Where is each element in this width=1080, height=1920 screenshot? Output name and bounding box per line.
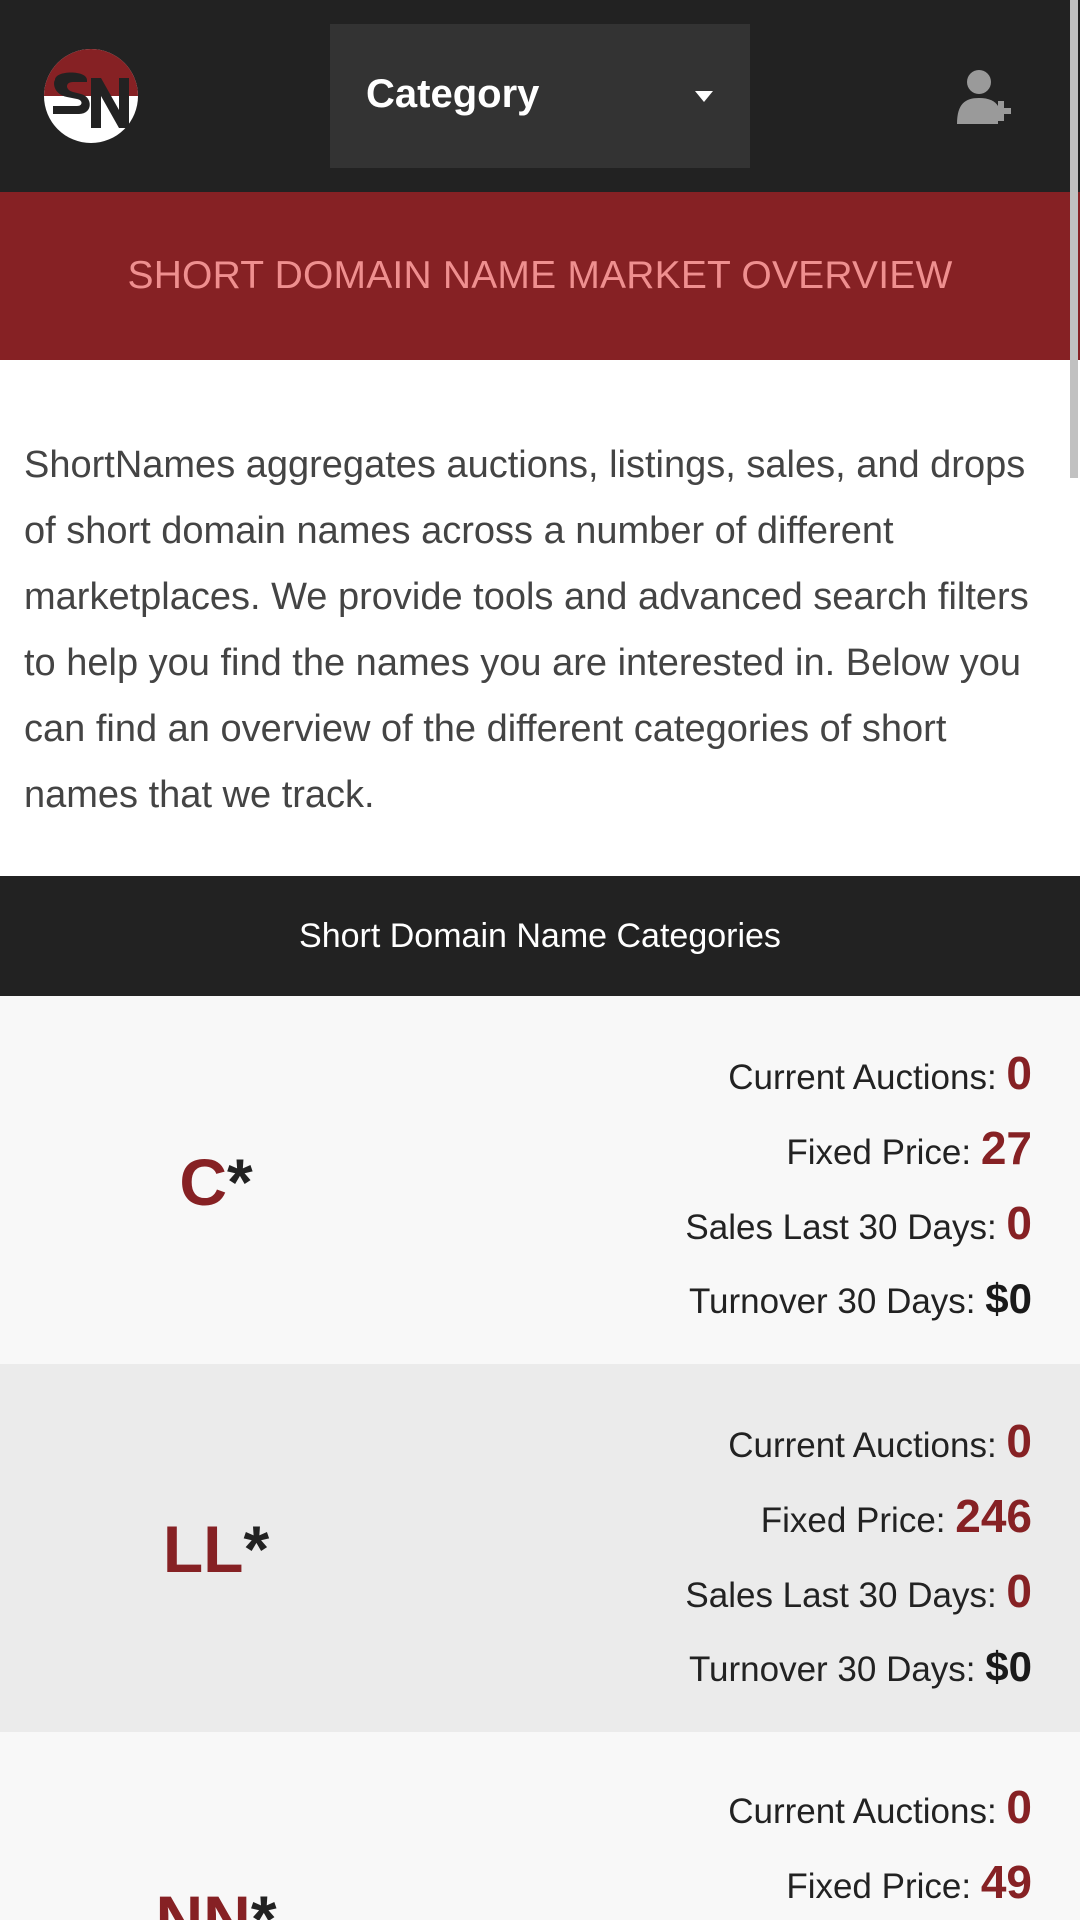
category-dropdown-label: Category (366, 72, 540, 116)
stat-turnover: Turnover 30 Days: $0 (685, 1261, 1032, 1336)
stat-value: 0 (1006, 1565, 1032, 1617)
stat-label: Current Auctions: (728, 1426, 997, 1465)
caret-down-icon (695, 91, 713, 102)
stat-label: Sales Last 30 Days: (685, 1208, 997, 1247)
category-row[interactable]: NN* Current Auctions: 0 Fixed Price: 49 (0, 1732, 1080, 1920)
category-wildcard: * (243, 1512, 270, 1586)
categories-title: Short Domain Name Categories (299, 916, 781, 955)
stat-label: Turnover 30 Days: (688, 1650, 976, 1689)
category-name: C* (0, 1149, 432, 1215)
category-stats: Current Auctions: 0 Fixed Price: 49 (728, 1770, 1032, 1920)
category-name: LL* (0, 1516, 432, 1582)
stat-turnover: Turnover 30 Days: $0 (685, 1629, 1032, 1704)
category-name: NN* (0, 1886, 432, 1920)
category-code: NN (155, 1882, 251, 1920)
category-wildcard: * (250, 1882, 277, 1920)
stat-current-auctions: Current Auctions: 0 (685, 1404, 1032, 1479)
sn-logo-icon[interactable] (43, 48, 139, 144)
scrollbar-thumb[interactable] (1070, 0, 1078, 478)
stat-value: 0 (1006, 1415, 1032, 1467)
stat-sales: Sales Last 30 Days: 0 (685, 1554, 1032, 1629)
page-scrollbar[interactable] (1068, 0, 1080, 1920)
category-dropdown[interactable]: Category (330, 24, 750, 168)
stat-label: Fixed Price: (786, 1867, 972, 1906)
stat-sales: Sales Last 30 Days: 0 (685, 1186, 1032, 1261)
category-row[interactable]: LL* Current Auctions: 0 Fixed Price: 246… (0, 1364, 1080, 1732)
categories-header: Short Domain Name Categories (0, 876, 1080, 996)
stat-value: 0 (1006, 1197, 1032, 1249)
hero-banner: SHORT DOMAIN NAME MARKET OVERVIEW (0, 192, 1080, 360)
stat-value: 49 (980, 1856, 1032, 1908)
category-stats: Current Auctions: 0 Fixed Price: 246 Sal… (685, 1404, 1032, 1704)
stat-label: Fixed Price: (760, 1501, 946, 1540)
stat-label: Turnover 30 Days: (688, 1282, 976, 1321)
stat-label: Current Auctions: (728, 1792, 997, 1831)
banner-title: SHORT DOMAIN NAME MARKET OVERVIEW (127, 254, 953, 297)
stat-fixed-price: Fixed Price: 246 (685, 1479, 1032, 1554)
category-row[interactable]: C* Current Auctions: 0 Fixed Price: 27 S… (0, 996, 1080, 1364)
user-plus-icon[interactable] (955, 68, 1015, 128)
category-code: LL (162, 1512, 244, 1586)
stat-current-auctions: Current Auctions: 0 (685, 1036, 1032, 1111)
stat-current-auctions: Current Auctions: 0 (728, 1770, 1032, 1845)
stat-value: 0 (1006, 1047, 1032, 1099)
stat-label: Sales Last 30 Days: (685, 1576, 997, 1615)
category-wildcard: * (226, 1145, 253, 1219)
stat-value: $0 (985, 1643, 1032, 1690)
stat-value: $0 (985, 1275, 1032, 1322)
category-code: C (179, 1145, 227, 1219)
stat-label: Current Auctions: (728, 1058, 997, 1097)
stat-value: 27 (980, 1122, 1032, 1174)
stat-value: 246 (955, 1490, 1032, 1542)
stat-fixed-price: Fixed Price: 49 (728, 1845, 1032, 1920)
stat-value: 0 (1006, 1781, 1032, 1833)
top-navbar: Category (0, 0, 1080, 192)
stat-fixed-price: Fixed Price: 27 (685, 1111, 1032, 1186)
intro-paragraph: ShortNames aggregates auctions, listings… (24, 444, 1029, 816)
stat-label: Fixed Price: (786, 1133, 972, 1172)
category-stats: Current Auctions: 0 Fixed Price: 27 Sale… (685, 1036, 1032, 1336)
